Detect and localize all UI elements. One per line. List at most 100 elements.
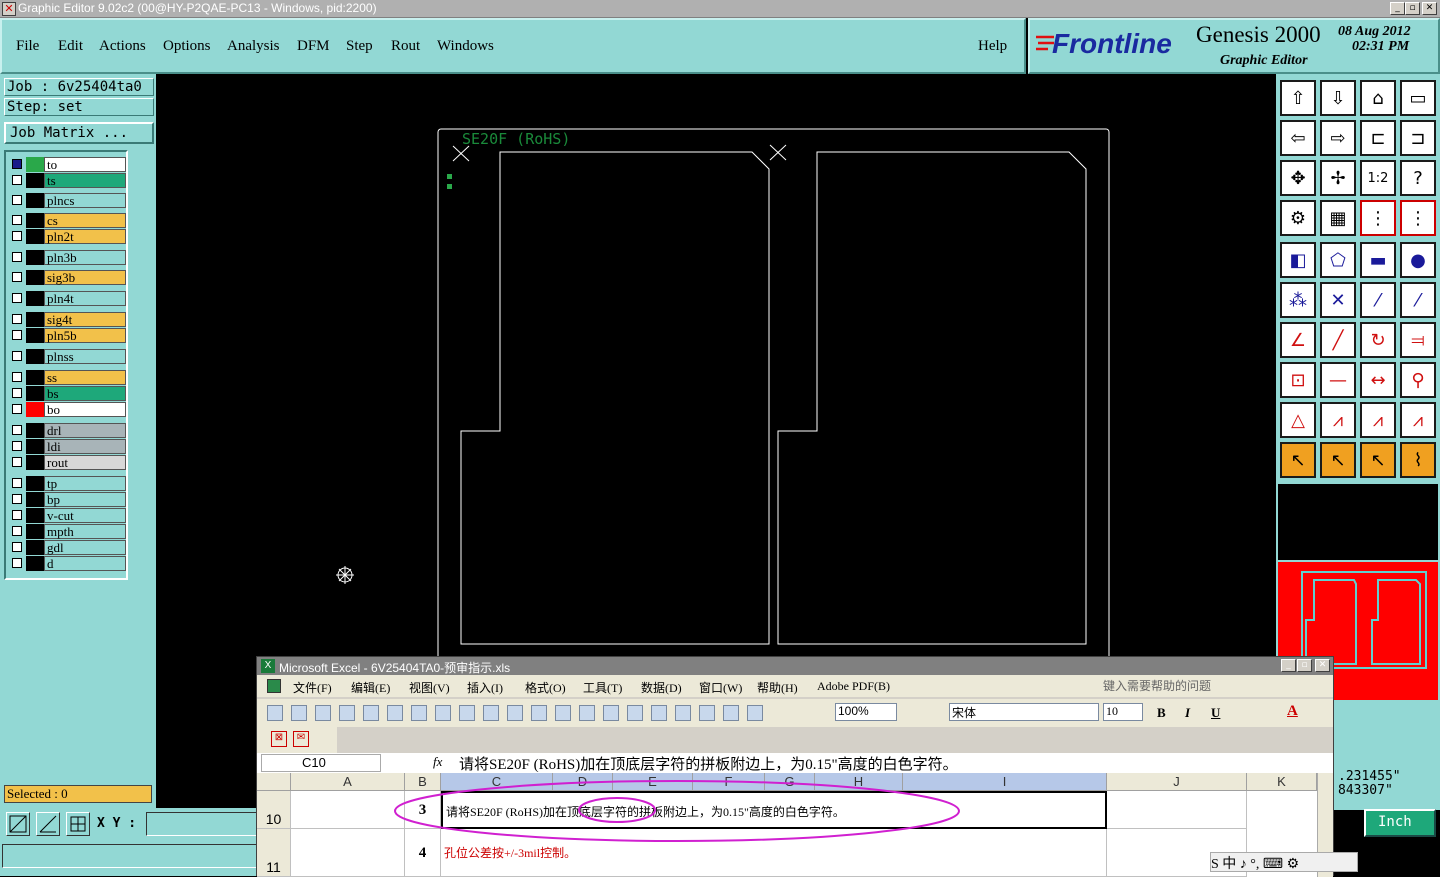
- layer-checkbox[interactable]: [12, 330, 22, 340]
- paste-icon[interactable]: [531, 705, 547, 721]
- pointer3-icon[interactable]: ↖: [1360, 442, 1396, 478]
- layer-name[interactable]: mpth: [44, 524, 126, 539]
- step-icon[interactable]: ⊏: [1360, 120, 1396, 156]
- layer-name[interactable]: cs: [44, 213, 126, 228]
- copy-icon[interactable]: [507, 705, 523, 721]
- layer-checkbox[interactable]: [12, 314, 22, 324]
- excel-sheet[interactable]: A B C D E F G H I J K 10 3 请将SE20F (RoHS)加在顶底层字符的拼板附边…: [257, 773, 1333, 877]
- layer-checkbox[interactable]: [12, 510, 22, 520]
- window-icon[interactable]: ▭: [1400, 80, 1436, 116]
- excel-menu-window[interactable]: 窗口(W): [699, 679, 742, 696]
- layer-row-bo[interactable]: bo: [8, 402, 126, 417]
- perm-icon[interactable]: [339, 705, 355, 721]
- excel-help-search[interactable]: 键入需要帮助的问题: [1103, 677, 1279, 695]
- pdf-email-icon[interactable]: ✉: [293, 731, 309, 747]
- rotate-icon[interactable]: ⬠: [1320, 242, 1356, 278]
- layer-row-bp[interactable]: bp: [8, 492, 126, 507]
- sortdesc-icon[interactable]: [699, 705, 715, 721]
- menu-actions[interactable]: Actions: [99, 38, 146, 55]
- menu-step[interactable]: Step: [346, 38, 373, 55]
- layer-name[interactable]: drl: [44, 423, 126, 438]
- layer-row-pln5b[interactable]: pln5b: [8, 328, 126, 343]
- preview-icon[interactable]: [411, 705, 427, 721]
- column-header[interactable]: B: [405, 773, 441, 791]
- layer-row-pln3b[interactable]: pln3b: [8, 250, 126, 265]
- layer-row-sig4t[interactable]: sig4t: [8, 312, 126, 327]
- row-header[interactable]: 10: [257, 791, 291, 829]
- pointer-icon[interactable]: ↖: [1280, 442, 1316, 478]
- pad-icon[interactable]: ◧: [1280, 242, 1316, 278]
- hyperlink-icon[interactable]: [627, 705, 643, 721]
- cell-a[interactable]: [291, 791, 405, 829]
- layer-row-mpth[interactable]: mpth: [8, 524, 126, 539]
- layer-name[interactable]: pln4t: [44, 291, 126, 306]
- layer-checkbox[interactable]: [12, 195, 22, 205]
- layer-row-tp[interactable]: tp: [8, 476, 126, 491]
- layer-name[interactable]: pln5b: [44, 328, 126, 343]
- fit-icon[interactable]: ✥: [1280, 160, 1316, 196]
- maximize-button[interactable]: ▫: [1405, 2, 1420, 15]
- layer-row-gdl[interactable]: gdl: [8, 540, 126, 555]
- row-header[interactable]: 11: [257, 829, 291, 877]
- align2-icon[interactable]: ⋮: [1400, 200, 1436, 236]
- research-icon[interactable]: [459, 705, 475, 721]
- layer-name[interactable]: pln2t: [44, 229, 126, 244]
- column-header[interactable]: J: [1107, 773, 1247, 791]
- font-size-select[interactable]: 10: [1103, 703, 1143, 721]
- layer-name[interactable]: ldi: [44, 439, 126, 454]
- cell-j[interactable]: [1107, 791, 1247, 829]
- layer-name[interactable]: ts: [44, 173, 126, 188]
- shape-icon[interactable]: ⚲: [1400, 362, 1436, 398]
- layer-checkbox[interactable]: [12, 231, 22, 241]
- layer-row-ldi[interactable]: ldi: [8, 439, 126, 454]
- layer-checkbox[interactable]: [12, 441, 22, 451]
- layer-checkbox[interactable]: [12, 404, 22, 414]
- font-select[interactable]: 宋体: [949, 703, 1099, 721]
- spell-icon[interactable]: [435, 705, 451, 721]
- layer-name[interactable]: pln3b: [44, 250, 126, 265]
- layer-name[interactable]: gdl: [44, 540, 126, 555]
- slash-icon[interactable]: ╱: [1320, 322, 1356, 358]
- excel-menu-data[interactable]: 数据(D): [641, 679, 682, 696]
- layer-row-drl[interactable]: drl: [8, 423, 126, 438]
- layer-row-plnss[interactable]: plnss: [8, 349, 126, 364]
- layer-checkbox[interactable]: [12, 542, 22, 552]
- sum-icon[interactable]: [651, 705, 667, 721]
- menu-analysis[interactable]: Analysis: [227, 38, 280, 55]
- layer-name[interactable]: d: [44, 556, 126, 571]
- layer-checkbox[interactable]: [12, 558, 22, 568]
- layer-checkbox[interactable]: [12, 526, 22, 536]
- excel-menu-help[interactable]: 帮助(H): [757, 679, 798, 696]
- cell-c[interactable]: 请将SE20F (RoHS)加在顶底层字符的拼板附边上，为0.15"高度的白色字…: [441, 791, 1107, 829]
- triangle-icon[interactable]: △: [1280, 402, 1316, 438]
- job-matrix-button[interactable]: Job Matrix ...: [4, 122, 154, 144]
- layer-row-ss[interactable]: ss: [8, 370, 126, 385]
- undo-icon[interactable]: [579, 705, 595, 721]
- align-icon[interactable]: ⋮: [1360, 200, 1396, 236]
- excel-maximize-button[interactable]: ▫: [1297, 659, 1312, 672]
- text-icon[interactable]: ⫤: [1400, 322, 1436, 358]
- minus-icon[interactable]: —: [1320, 362, 1356, 398]
- layer-checkbox[interactable]: [12, 215, 22, 225]
- node-icon[interactable]: ⁂: [1280, 282, 1316, 318]
- pointer2-icon[interactable]: ↖: [1320, 442, 1356, 478]
- help-icon[interactable]: ?: [1400, 160, 1436, 196]
- column-header[interactable]: G: [765, 773, 815, 791]
- italic-button[interactable]: I: [1185, 705, 1190, 721]
- layer-row-to[interactable]: to: [8, 157, 126, 172]
- circle-icon[interactable]: ●: [1400, 242, 1436, 278]
- layer-row-sig3b[interactable]: sig3b: [8, 270, 126, 285]
- pdf-icon[interactable]: ⊠: [271, 731, 287, 747]
- layer-checkbox[interactable]: [12, 175, 22, 185]
- zoom-select[interactable]: 100%: [835, 703, 897, 721]
- excel-minimize-button[interactable]: _: [1281, 659, 1296, 672]
- arc-icon[interactable]: ↻: [1360, 322, 1396, 358]
- grid-icon[interactable]: ▦: [1320, 200, 1356, 236]
- name-box[interactable]: C10: [261, 754, 381, 772]
- excel-menu-adobe[interactable]: Adobe PDF(B): [817, 679, 890, 694]
- fx-icon[interactable]: fx: [433, 754, 442, 770]
- cell-a[interactable]: [291, 829, 405, 877]
- layer-row-rout[interactable]: rout: [8, 455, 126, 470]
- layer-name[interactable]: to: [44, 157, 126, 172]
- menu-edit[interactable]: Edit: [58, 38, 83, 55]
